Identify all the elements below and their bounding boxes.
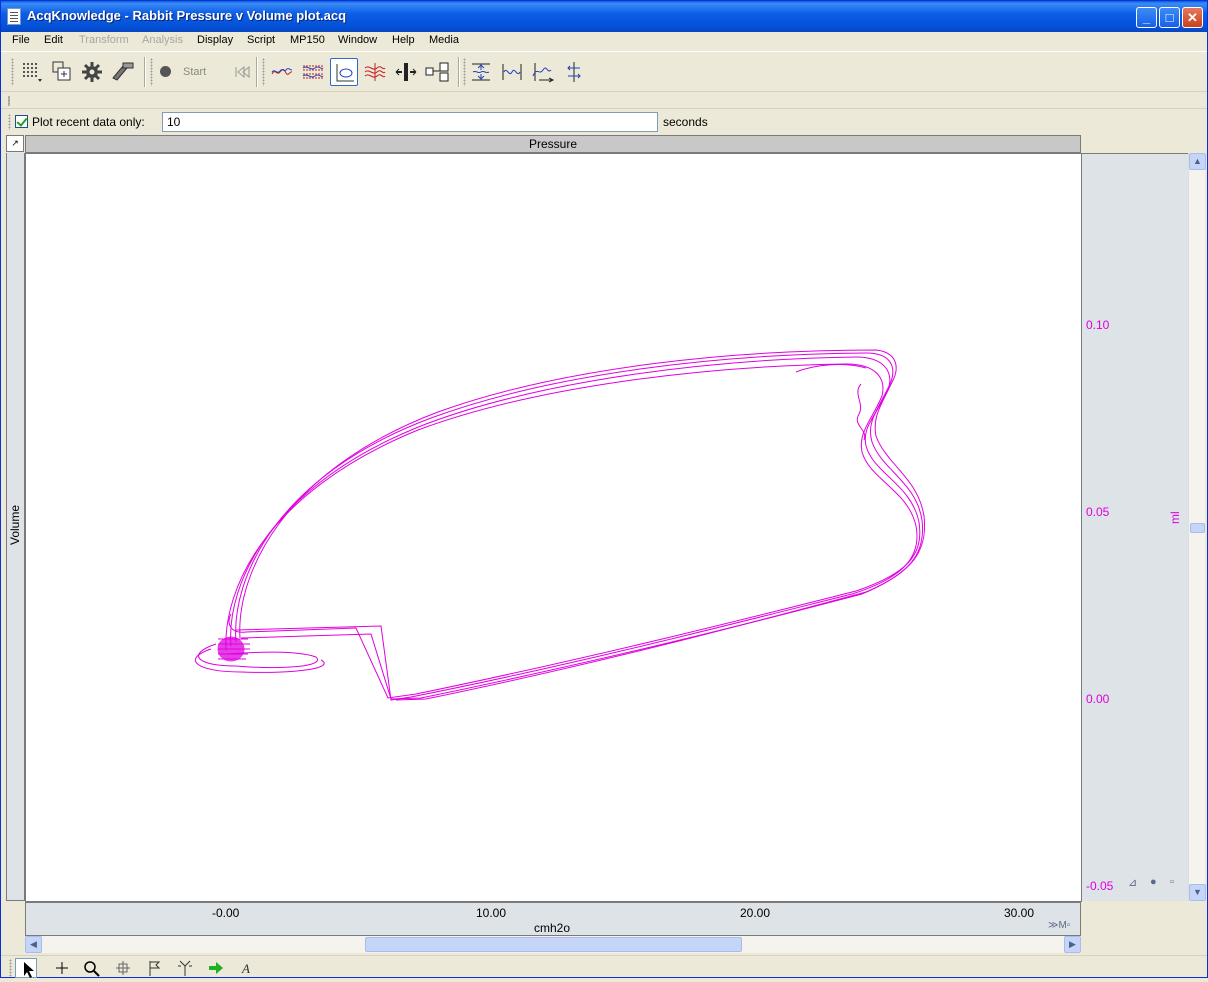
y-channel-label: Volume xyxy=(8,504,22,546)
start-button[interactable]: Start xyxy=(183,66,206,78)
toolbar-grip[interactable] xyxy=(8,114,11,130)
menu-script[interactable]: Script xyxy=(247,34,275,46)
cursor-split-icon[interactable] xyxy=(392,58,420,86)
gear-icon[interactable] xyxy=(78,58,106,86)
scroll-down-button[interactable]: ▼ xyxy=(1189,884,1206,901)
menu-display[interactable]: Display xyxy=(197,34,233,46)
scope-mode-icon[interactable] xyxy=(268,58,296,86)
close-button[interactable]: ✕ xyxy=(1182,7,1203,28)
toolbar-separator xyxy=(458,57,460,87)
plot-recent-checkbox[interactable] xyxy=(15,115,28,128)
vertical-scrollbar[interactable]: ▲ ▼ xyxy=(1188,153,1206,901)
vertical-scroll-thumb[interactable] xyxy=(1190,523,1205,533)
y-tick-label: 0.10 xyxy=(1086,318,1110,332)
plot-corner-button[interactable]: ↗ xyxy=(6,135,24,152)
plot-recent-bar: Plot recent data only: seconds xyxy=(1,110,1207,134)
toolbar-grip[interactable] xyxy=(11,58,14,86)
crosshair-icon[interactable] xyxy=(51,958,73,978)
tool-palette: A xyxy=(1,955,1207,978)
annotation-text-icon[interactable]: A xyxy=(236,958,258,978)
recent-seconds-input[interactable] xyxy=(162,112,658,132)
menu-analysis[interactable]: Analysis xyxy=(142,34,183,46)
horizontal-scroll-thumb[interactable] xyxy=(365,937,742,952)
toolbar-separator xyxy=(256,57,258,87)
plot-recent-label: Plot recent data only: xyxy=(32,115,145,129)
app-window: AcqKnowledge - Rabbit Pressure v Volume … xyxy=(0,0,1208,978)
menu-window[interactable]: Window xyxy=(338,34,377,46)
menu-bar: File Edit Transform Analysis Display Scr… xyxy=(1,32,1207,51)
x-tick-label: 10.00 xyxy=(476,906,507,920)
menu-edit[interactable]: Edit xyxy=(44,34,63,46)
event-flag-icon[interactable] xyxy=(143,958,165,978)
menu-help[interactable]: Help xyxy=(392,34,415,46)
y-tick-label: 0.00 xyxy=(1086,692,1110,706)
scroll-left-button[interactable]: ◀ xyxy=(25,936,42,953)
scroll-up-button[interactable]: ▲ xyxy=(1189,153,1206,170)
add-channel-icon[interactable] xyxy=(48,58,76,86)
focus-tool-icon[interactable] xyxy=(174,958,196,978)
y-tick-label: -0.05 xyxy=(1086,879,1114,893)
rewind-icon[interactable] xyxy=(226,58,254,86)
overlap-segments-icon[interactable] xyxy=(529,58,557,86)
xy-trace-loop xyxy=(239,349,926,701)
xy-trace-baseline-loop xyxy=(198,643,319,669)
show-grid-icon[interactable] xyxy=(560,58,588,86)
x-tick-label: 30.00 xyxy=(1004,906,1035,920)
x-axis-scale[interactable]: -0.00 10.00 20.00 30.00 cmh2o ≫M▫ xyxy=(25,902,1081,936)
overlap-mode-icon[interactable] xyxy=(361,58,389,86)
x-unit-label: cmh2o xyxy=(534,921,571,935)
svg-text:A: A xyxy=(241,961,250,976)
arrow-cursor-icon[interactable] xyxy=(15,958,37,978)
x-channel-header[interactable]: Pressure xyxy=(25,135,1081,153)
menu-mp150[interactable]: MP150 xyxy=(290,34,325,46)
xy-trace-svg xyxy=(195,349,926,701)
forward-arrow-icon[interactable] xyxy=(205,958,227,978)
x-tick-label: -0.00 xyxy=(212,906,240,920)
y-channel-strip[interactable]: Volume xyxy=(6,153,25,901)
xy-trace-loop xyxy=(235,352,924,700)
scroll-right-button[interactable]: ▶ xyxy=(1064,936,1081,953)
record-icon xyxy=(160,66,171,77)
hardware-icon[interactable] xyxy=(109,58,137,86)
toolbar-grip[interactable] xyxy=(463,58,466,86)
autoscale-vertical-icon[interactable] xyxy=(467,58,495,86)
toolbar: Start xyxy=(1,51,1207,91)
toolbar-strip xyxy=(1,91,1207,109)
xy-trace-notch xyxy=(795,364,867,373)
toolbar-grip[interactable] xyxy=(8,96,10,106)
recent-seconds-unit: seconds xyxy=(663,115,708,129)
y-unit-label: ml xyxy=(1168,511,1182,524)
maximize-button[interactable]: □ xyxy=(1159,7,1180,28)
xy-plot-area[interactable] xyxy=(25,153,1082,902)
document-icon xyxy=(7,8,21,25)
menu-media[interactable]: Media xyxy=(429,34,459,46)
zoom-icon[interactable] xyxy=(81,958,103,978)
split-window-icon[interactable] xyxy=(423,58,451,86)
xy-trace-loop xyxy=(225,363,918,701)
horizontal-scrollbar[interactable]: ◀ ▶ xyxy=(25,936,1081,953)
menu-file[interactable]: File xyxy=(12,34,30,46)
axis-settings-icon[interactable]: ⊿ xyxy=(1128,876,1137,889)
xy-trace-loop xyxy=(228,356,921,699)
y-axis-scale[interactable]: 0.10 0.05 0.00 -0.05 ml ⊿ ● ▫ xyxy=(1082,153,1188,901)
zoom-back-icon[interactable] xyxy=(112,958,134,978)
chart-mode-icon[interactable] xyxy=(299,58,327,86)
y-tick-label: 0.05 xyxy=(1086,505,1110,519)
autoscale-waveform-icon[interactable] xyxy=(498,58,526,86)
toolbar-grip[interactable] xyxy=(9,959,12,977)
toolbar-separator xyxy=(144,57,146,87)
menu-transform[interactable]: Transform xyxy=(79,34,129,46)
title-bar[interactable]: AcqKnowledge - Rabbit Pressure v Volume … xyxy=(1,1,1207,32)
axis-options-icon[interactable]: ≫M▫ xyxy=(1048,920,1070,931)
x-tick-label: 20.00 xyxy=(740,906,771,920)
toolbar-grip[interactable] xyxy=(262,58,265,86)
lock-icon[interactable]: ▫ xyxy=(1170,876,1174,888)
minimize-button[interactable]: _ xyxy=(1136,7,1157,28)
window-title: AcqKnowledge - Rabbit Pressure v Volume … xyxy=(27,8,347,23)
toolbar-grip[interactable] xyxy=(150,58,153,86)
xy-trace-notch xyxy=(856,383,866,441)
grid-icon[interactable] xyxy=(18,58,46,86)
info-icon[interactable]: ● xyxy=(1150,876,1157,888)
xy-mode-icon[interactable] xyxy=(330,58,358,86)
